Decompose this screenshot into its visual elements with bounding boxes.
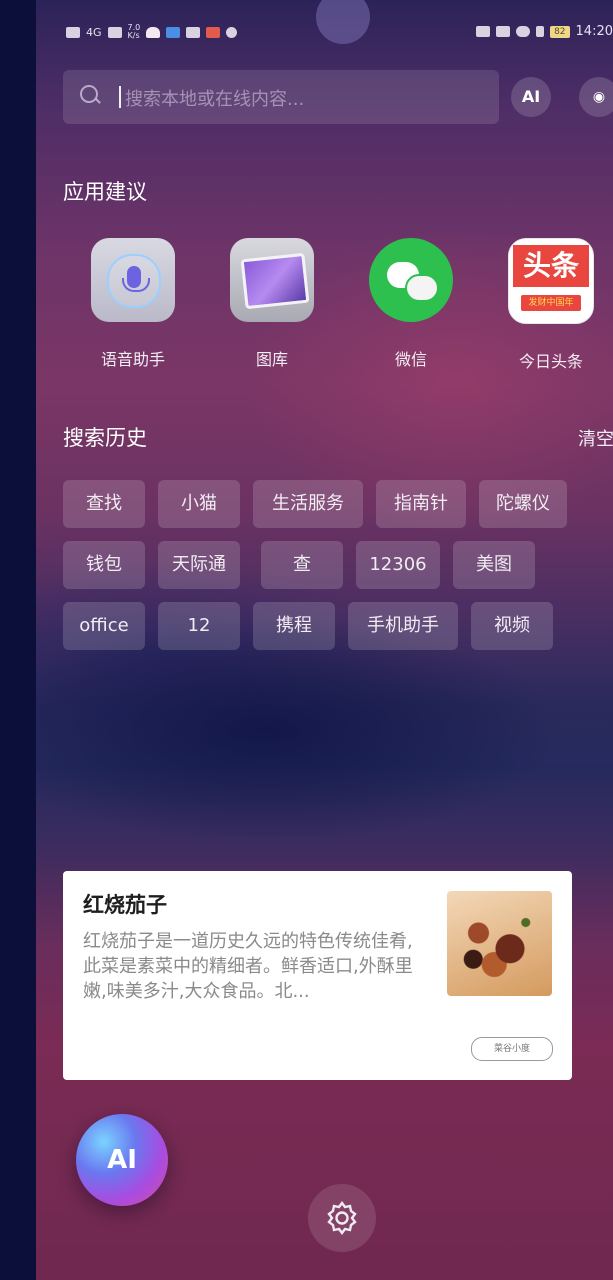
hd-icon xyxy=(66,26,80,38)
microphone-icon xyxy=(91,238,175,322)
camera-notch xyxy=(316,0,370,44)
dish-thumbnail xyxy=(447,891,552,996)
alarm-icon xyxy=(516,26,531,37)
history-chip[interactable]: 指南针 xyxy=(376,480,466,528)
recipe-card[interactable]: 红烧茄子 红烧茄子是一道历史久远的特色传统佳肴,此菜是素菜中的精细者。鲜香适口,… xyxy=(63,871,572,1080)
history-chip[interactable]: 查找 xyxy=(63,480,145,528)
toutiao-icon-subtext: 发财中国年 xyxy=(521,295,581,311)
wechat-icon xyxy=(369,238,453,322)
history-chip[interactable]: 生活服务 xyxy=(253,480,363,528)
history-chip[interactable]: office xyxy=(63,602,145,650)
eye-icon[interactable]: ◉ xyxy=(579,77,613,117)
history-chip[interactable]: 天际通 xyxy=(158,541,240,589)
status-bar: 4G 7.0 K/s 82 14:20 xyxy=(36,0,613,66)
app-label: 图库 xyxy=(255,350,288,369)
search-placeholder: 搜索本地或在线内容... xyxy=(125,89,305,110)
source-badge: 菜谷小度 xyxy=(471,1037,553,1061)
history-chip[interactable]: 陀螺仪 xyxy=(479,480,567,528)
ai-assistant-button[interactable]: AI xyxy=(76,1114,168,1206)
nfc-icon xyxy=(226,26,238,38)
clock: 14:20 xyxy=(575,24,613,39)
app-label: 语音助手 xyxy=(100,350,165,369)
app-label: 今日头条 xyxy=(518,352,583,371)
battery-indicator: 82 xyxy=(550,25,570,38)
app-notification-icon xyxy=(166,26,181,38)
history-chip[interactable]: 12 xyxy=(158,602,240,650)
app-wechat[interactable]: 微信 xyxy=(361,238,461,370)
toutiao-icon: 头条 发财中国年 xyxy=(508,238,594,324)
search-history-title: 搜索历史 xyxy=(63,426,147,450)
card-title: 红烧茄子 xyxy=(83,893,167,917)
wifi-icon xyxy=(107,26,122,38)
app-toutiao[interactable]: 头条 发财中国年 今日头条 xyxy=(501,238,601,372)
nfc-status-icon xyxy=(496,26,511,37)
app-suggestions-title: 应用建议 xyxy=(63,180,147,204)
history-chip[interactable]: 手机助手 xyxy=(348,602,458,650)
history-chip[interactable]: 视频 xyxy=(471,602,553,650)
toutiao-icon-text: 头条 xyxy=(513,245,589,287)
app-label: 微信 xyxy=(394,350,427,369)
eye-comfort-icon xyxy=(476,26,491,37)
status-left: 4G 7.0 K/s xyxy=(66,23,238,40)
text-cursor xyxy=(119,86,121,108)
app-gallery[interactable]: 图库 xyxy=(222,238,322,370)
ai-search-button[interactable]: AI xyxy=(511,77,551,117)
history-chip[interactable]: 美图 xyxy=(453,541,535,589)
status-right: 82 14:20 xyxy=(476,24,613,39)
history-chip[interactable]: 携程 xyxy=(253,602,335,650)
bluetooth-icon xyxy=(536,26,545,37)
heart-icon xyxy=(146,26,161,38)
history-chip[interactable]: 钱包 xyxy=(63,541,145,589)
history-chip[interactable]: 小猫 xyxy=(158,480,240,528)
gear-icon xyxy=(327,1201,357,1235)
history-chip[interactable]: 12306 xyxy=(356,541,440,589)
history-chip[interactable]: 查 xyxy=(261,541,343,589)
net-speed: 7.0 K/s xyxy=(127,23,141,40)
search-bar[interactable]: 搜索本地或在线内容... xyxy=(63,70,499,124)
gallery-icon xyxy=(230,238,314,322)
card-description: 红烧茄子是一道历史久远的特色传统佳肴,此菜是素菜中的精细者。鲜香适口,外酥里嫩,… xyxy=(83,931,413,1002)
app-voice-assistant[interactable]: 语音助手 xyxy=(83,238,183,370)
screen: 4G 7.0 K/s 82 14:20 搜索本地或在线内容... AI ◉ 应用… xyxy=(36,0,613,1280)
wechat-notification-icon xyxy=(186,26,201,38)
search-icon xyxy=(80,85,98,103)
signal-indicator: 4G xyxy=(86,25,102,39)
settings-button[interactable] xyxy=(308,1184,376,1252)
clear-history-button[interactable]: 清空 xyxy=(578,425,613,451)
toutiao-notification-icon xyxy=(206,26,221,38)
